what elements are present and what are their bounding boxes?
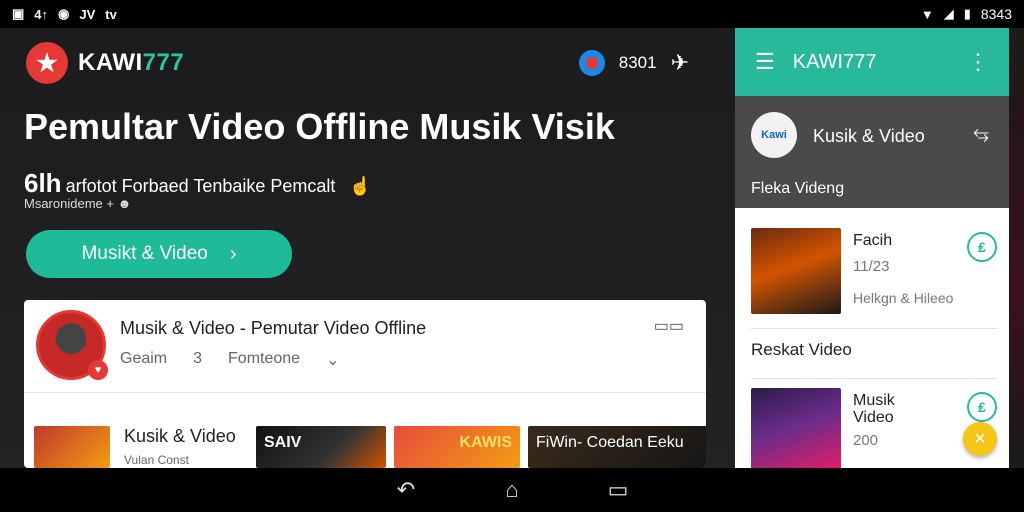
status-text-1: 4↑	[34, 6, 49, 22]
more-vert-icon[interactable]: ⋮	[967, 49, 989, 75]
channel-name: Kusik & Video	[813, 126, 925, 146]
navigation-bar: ↶ ⌂ ▭	[0, 468, 1024, 512]
video-item[interactable]: Facih 11/23 Helkgn & Hileeo ₤	[751, 228, 997, 318]
recent-label: Reskat Video	[751, 340, 852, 359]
divider	[751, 378, 997, 379]
chevron-right-icon: ›	[229, 242, 237, 265]
thumbnail-title: Kusik & Video	[124, 426, 236, 446]
close-fab[interactable]: ✕	[963, 422, 997, 456]
thumbnail-kawis[interactable]: KAWIS	[394, 426, 520, 468]
thumbnail-text: Kusik & Video Vulan Const	[118, 426, 248, 468]
divider	[751, 328, 997, 329]
panel-app-bar: ☰ KAWI777 ⋮	[735, 28, 1009, 96]
video-title: Facih	[853, 232, 893, 249]
app-card[interactable]: ♥ Musik & Video - Pemutar Video Offline …	[24, 300, 706, 468]
video-subtitle: Helkgn & Hileeo	[853, 290, 954, 306]
cast-icon[interactable]: ▭▭	[654, 316, 684, 336]
hamburger-menu-icon[interactable]: ☰	[755, 49, 775, 75]
thumbnail-image[interactable]	[34, 426, 110, 468]
recents-icon[interactable]: ▭	[598, 477, 638, 503]
cta-label: Musikt & Video	[81, 243, 208, 264]
add-button[interactable]: ₤	[967, 392, 997, 422]
emoji-icon: ☻	[117, 196, 132, 211]
edge-background	[1009, 28, 1024, 468]
thumbnail-row: Kusik & Video Vulan Const SAIV KAWIS FiW…	[34, 426, 706, 468]
clock: 8343	[980, 6, 1012, 22]
image-icon: ▣	[12, 6, 25, 21]
status-icons-right: ▼ ◢ ▮ 8343	[921, 6, 1012, 22]
meta-line: Msaronideme + ☻	[24, 196, 131, 211]
card-title: Musik & Video - Pemutar Video Offline	[120, 318, 427, 338]
heart-icon: ♥	[88, 360, 108, 380]
video-thumbnail[interactable]	[751, 388, 841, 468]
wifi-icon: ▼	[920, 6, 934, 22]
video-item[interactable]: Musik Video 200 ₤	[751, 388, 997, 468]
thumbnail-saiv[interactable]: SAIV	[256, 426, 386, 468]
brand-logo[interactable]: ★ KAWI777	[26, 42, 184, 84]
video-title: Musik Video	[853, 392, 895, 426]
record-icon[interactable]	[578, 50, 605, 76]
panel-title: KAWI777	[792, 50, 877, 73]
back-icon[interactable]: ↶	[386, 477, 426, 503]
brand-name: KAWI777	[78, 49, 185, 76]
card-sub-left: Geaim	[120, 350, 168, 367]
share-icon[interactable]: ⥃	[973, 122, 989, 145]
video-meta: 11/23	[853, 258, 890, 275]
card-subtitle: Geaim 3 Fomteone ⌄	[120, 350, 339, 370]
chevron-down-icon[interactable]: ⌄	[326, 350, 339, 370]
battery-icon: ▮	[963, 6, 971, 21]
subtitle: 6lh arfotot Forbaed Tenbaike Pemcalt ☝	[24, 168, 372, 199]
card-sub-right: Fomteone	[228, 350, 301, 367]
side-panel: ☰ KAWI777 ⋮ Kawi Kusik & Video ⥃ Fleka V…	[735, 28, 1009, 468]
card-sub-num: 3	[193, 350, 203, 367]
page-title: Pemultar Video Offline Musik Visik	[24, 106, 615, 147]
thumbnail-subtitle: Vulan Const	[124, 453, 189, 467]
add-button[interactable]: ₤	[967, 232, 997, 262]
circle-app-icon: ◉	[58, 6, 70, 21]
card-header: ♥ Musik & Video - Pemutar Video Offline …	[36, 310, 696, 386]
musik-video-button[interactable]: Musikt & Video ›	[26, 230, 292, 278]
status-text-3: tv	[105, 6, 117, 22]
status-bar: ▣ 4↑ ◉ JV tv ▼ ◢ ▮ 8343	[0, 0, 1024, 28]
subtitle-text: arfotot Forbaed Tenbaike Pemcalt	[65, 176, 346, 196]
home-icon[interactable]: ⌂	[492, 477, 532, 503]
thumbs-up-icon: ☝	[349, 176, 372, 196]
video-meta: 200	[853, 432, 879, 449]
brand-star-icon: ★	[26, 42, 68, 84]
divider	[24, 392, 706, 393]
count-text: 8301	[618, 53, 657, 72]
subtitle-big: 6lh	[24, 168, 62, 198]
video-thumbnail[interactable]	[751, 228, 841, 314]
main-content: ★ KAWI777 8301 ✈ Pemultar Video Offline …	[0, 28, 735, 468]
status-text-2: JV	[79, 6, 96, 22]
meta-text: Msaronideme +	[24, 196, 114, 211]
status-icons-left: ▣ 4↑ ◉ JV tv	[12, 6, 117, 22]
thumbnail-fiwin[interactable]: FiWin- Coedan Eeku	[528, 426, 706, 468]
channel-logo[interactable]: Kawi	[751, 112, 797, 158]
top-actions: 8301 ✈	[578, 50, 689, 76]
airplane-icon[interactable]: ✈	[671, 50, 689, 76]
channel-header: Kawi Kusik & Video ⥃ Fleka Videng	[735, 96, 1009, 208]
signal-icon: ◢	[943, 6, 954, 21]
section-label: Fleka Videng	[751, 180, 845, 197]
